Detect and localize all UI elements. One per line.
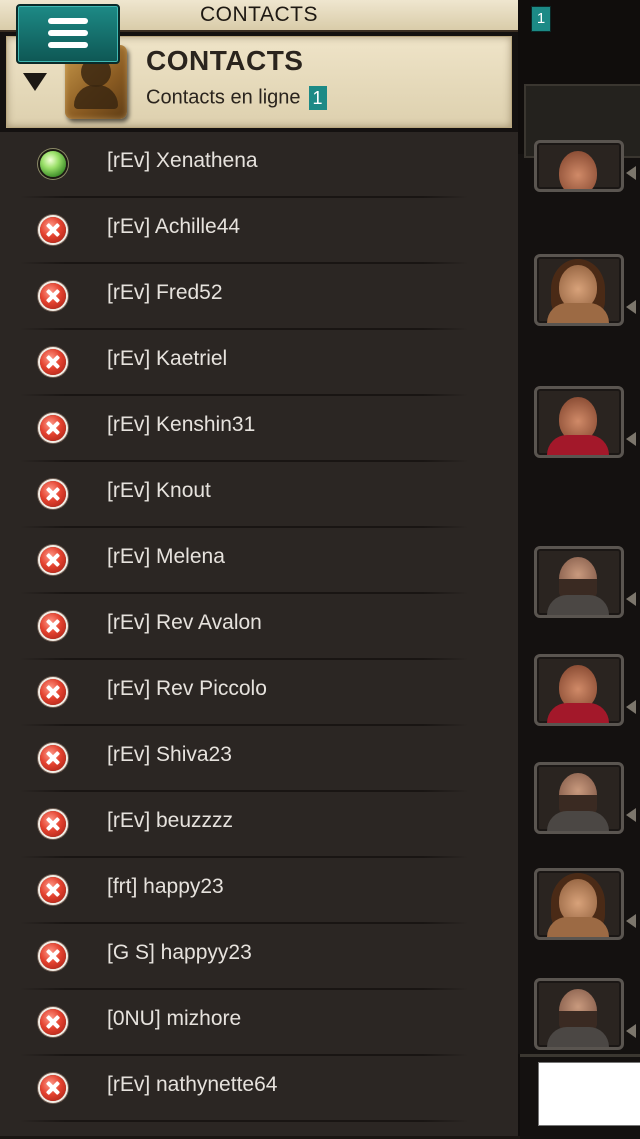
contact-row[interactable]: [rEv] nathynette64 <box>0 1056 518 1122</box>
contact-name: [rEv] Xenathena <box>107 149 258 172</box>
offline-status-icon <box>40 679 66 705</box>
contact-name: [0NU] mizhore <box>107 1007 242 1030</box>
contact-row[interactable]: [rEv] Melena <box>0 528 518 594</box>
avatar-body <box>547 303 609 323</box>
avatar-body <box>547 1027 609 1047</box>
contact-row[interactable]: [rEv] Kaetriel <box>0 330 518 396</box>
avatar[interactable] <box>534 254 624 326</box>
avatar-face <box>559 151 597 189</box>
online-count-badge: 1 <box>308 86 327 110</box>
menu-bar-icon <box>48 42 88 48</box>
contact-name: [rEv] beuzzzz <box>107 809 234 832</box>
contact-row[interactable]: [rEv] Kenshin31 <box>0 396 518 462</box>
offline-status-icon <box>40 877 66 903</box>
contact-name: [rEv] Knout <box>107 479 211 502</box>
avatar-body <box>547 811 609 831</box>
contact-name: [rEv] Melena <box>107 545 225 568</box>
menu-bar-icon <box>48 18 88 24</box>
avatar[interactable] <box>534 654 624 726</box>
chat-input-field[interactable] <box>538 1062 640 1126</box>
contact-row[interactable]: [rEv] beuzzzz <box>0 792 518 858</box>
avatar-body <box>547 703 609 723</box>
contact-name: [rEv] Kaetriel <box>107 347 228 370</box>
offline-status-icon <box>40 943 66 969</box>
avatar-body <box>547 595 609 615</box>
contact-name: [frt] happy23 <box>107 875 224 898</box>
contacts-title: CONTACTS <box>146 45 304 76</box>
message-pointer-icon <box>626 592 636 606</box>
offline-status-icon <box>40 1009 66 1035</box>
contact-row[interactable]: [rEv] Rev Piccolo <box>0 660 518 726</box>
online-label-text: Contacts en ligne <box>146 86 301 109</box>
menu-bar-icon <box>48 30 88 36</box>
message-pointer-icon <box>626 166 636 180</box>
contact-name: [G S] happyy23 <box>107 941 252 964</box>
offline-status-icon <box>40 217 66 243</box>
contact-row[interactable]: [rEv] Xenathena <box>0 132 518 198</box>
contact-row[interactable]: [G S] happyy23 <box>0 924 518 990</box>
avatar[interactable] <box>534 546 624 618</box>
contact-name: [rEv] Rev Avalon <box>107 611 262 634</box>
offline-status-icon <box>40 811 66 837</box>
offline-status-icon <box>40 547 66 573</box>
top-title-label: CONTACTS <box>200 3 318 26</box>
offline-status-icon <box>40 349 66 375</box>
avatar-body <box>547 917 609 937</box>
contact-row[interactable]: [rEv] Achille44 <box>0 198 518 264</box>
message-pointer-icon <box>626 300 636 314</box>
message-pointer-icon <box>626 914 636 928</box>
message-pointer-icon <box>626 1024 636 1038</box>
contact-row[interactable]: [rEv] Fred52 <box>0 264 518 330</box>
contact-row[interactable]: [rEv] Rev Avalon <box>0 594 518 660</box>
contact-list[interactable]: [rEv] Xenathena [rEv] Achille44 [rEv] Fr… <box>0 132 518 1136</box>
contact-name: [rEv] Shiva23 <box>107 743 232 766</box>
message-pointer-icon <box>626 808 636 822</box>
contact-row[interactable]: [frt] happy23 <box>0 858 518 924</box>
avatar[interactable] <box>534 978 624 1050</box>
contact-name: [rEv] Fred52 <box>107 281 223 304</box>
avatar[interactable] <box>534 140 624 192</box>
avatar-body <box>547 435 609 455</box>
contact-row[interactable]: [rEv] Shiva23 <box>0 726 518 792</box>
contact-name: [rEv] Achille44 <box>107 215 241 238</box>
hamburger-menu-button[interactable] <box>16 4 120 64</box>
offline-status-icon <box>40 283 66 309</box>
contact-name: [rEv] nathynette64 <box>107 1073 278 1096</box>
message-pointer-icon <box>626 432 636 446</box>
offline-status-icon <box>40 415 66 441</box>
contact-name: [rEv] Kenshin31 <box>107 413 256 436</box>
triangle-down-icon[interactable] <box>23 73 47 91</box>
avatar[interactable] <box>534 386 624 458</box>
menu-notification-badge: 1 <box>531 6 551 32</box>
message-pointer-icon <box>626 700 636 714</box>
online-status-icon <box>40 151 66 177</box>
contact-name: [rEv] Rev Piccolo <box>107 677 267 700</box>
avatar[interactable] <box>534 762 624 834</box>
offline-status-icon <box>40 1075 66 1101</box>
offline-status-icon <box>40 613 66 639</box>
avatar-body <box>547 189 609 192</box>
avatar[interactable] <box>534 868 624 940</box>
contact-row[interactable]: [0NU] mizhore <box>0 990 518 1056</box>
contact-row[interactable]: [rEv] Knout <box>0 462 518 528</box>
offline-status-icon <box>40 745 66 771</box>
contacts-online-label: Contacts en ligne 1 <box>146 86 327 110</box>
offline-status-icon <box>40 481 66 507</box>
